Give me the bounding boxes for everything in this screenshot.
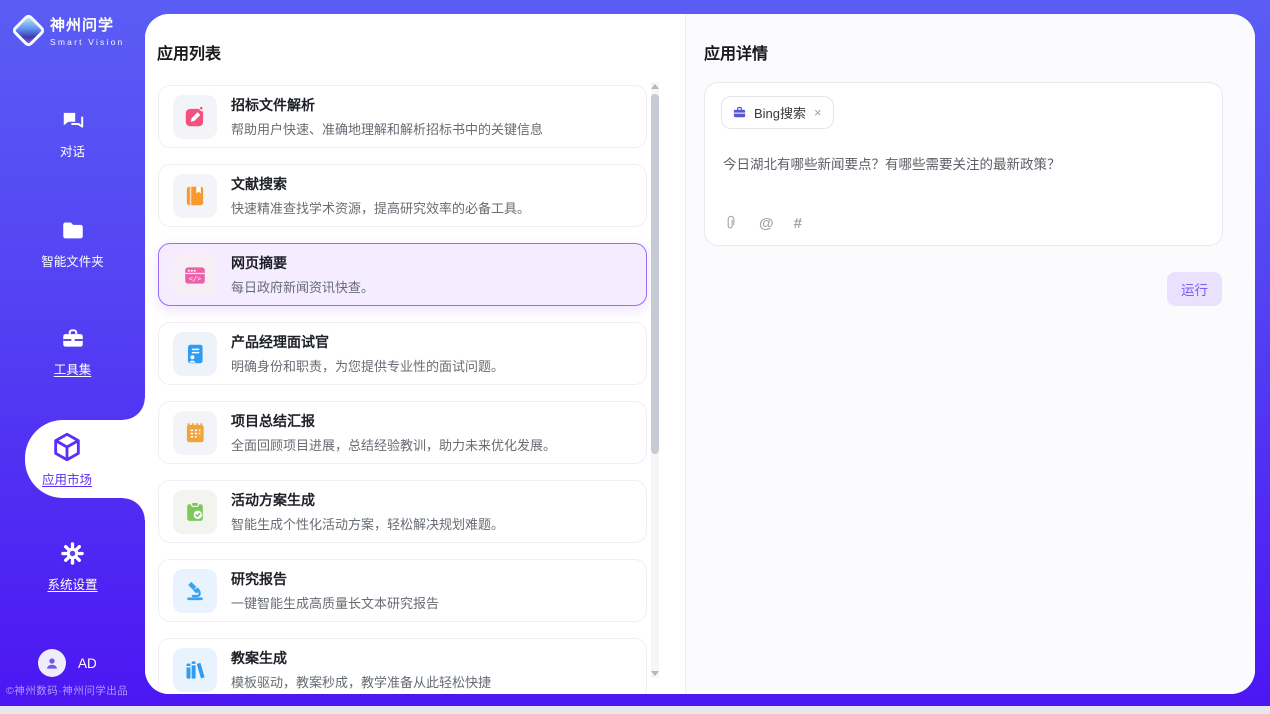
sidebar: 神州问学 Smart Vision 对话 智能文件夹 工具集	[0, 0, 145, 706]
sidebar-item-label: 工具集	[54, 359, 92, 378]
sidebar-item-smart-folders[interactable]: 智能文件夹	[0, 218, 145, 270]
app-card-list: 招标文件解析 帮助用户快速、准确地理解和解析招标书中的关键信息 文献搜索 快速精…	[158, 85, 647, 694]
scroll-down-arrow-icon[interactable]	[651, 671, 659, 676]
interview-doc-icon	[182, 341, 208, 367]
app-card-desc: 智能生成个性化活动方案，轻松解决规划难题。	[231, 514, 504, 533]
app-card-bid-analysis[interactable]: 招标文件解析 帮助用户快速、准确地理解和解析招标书中的关键信息	[158, 85, 647, 148]
book-icon	[182, 183, 208, 209]
app-card-title: 项目总结汇报	[231, 411, 556, 431]
app-list-title: 应用列表	[157, 40, 221, 64]
sidebar-item-settings[interactable]: 系统设置	[0, 540, 145, 593]
pen-square-icon	[182, 104, 208, 130]
user-avatar-icon	[38, 649, 66, 677]
app-card-title: 招标文件解析	[231, 95, 543, 115]
app-card-webpage-summary[interactable]: </> 网页摘要 每日政府新闻资讯快查。	[158, 243, 647, 306]
run-button[interactable]: 运行	[1167, 272, 1222, 306]
cube-icon	[50, 430, 84, 464]
hash-icon[interactable]: #	[794, 215, 802, 232]
app-list-scrollbar[interactable]	[651, 82, 659, 678]
app-card-desc: 每日政府新闻资讯快查。	[231, 277, 374, 296]
composer-toolbar: @ #	[723, 214, 802, 232]
sidebar-item-chat[interactable]: 对话	[0, 108, 145, 160]
app-icon-tile	[173, 411, 217, 455]
query-input[interactable]: 今日湖北有哪些新闻要点？有哪些需要关注的最新政策？	[723, 153, 1203, 173]
app-detail-panel: 应用详情 Bing搜索 × 今日湖北有哪些新闻要点？有哪些需要关注的最新政策？ …	[685, 14, 1255, 694]
app-icon-tile: </>	[173, 253, 217, 297]
books-icon	[182, 657, 208, 683]
app-icon-tile	[173, 332, 217, 376]
tool-tag-bing-search[interactable]: Bing搜索 ×	[721, 96, 834, 129]
brand-logo: 神州问学 Smart Vision	[16, 14, 124, 47]
microscope-icon	[182, 578, 208, 604]
app-card-desc: 模板驱动，教案秒成，教学准备从此轻松快捷	[231, 672, 491, 691]
app-icon-tile	[173, 569, 217, 613]
browser-code-icon: </>	[182, 262, 208, 288]
clipboard-check-icon	[182, 499, 208, 525]
app-icon-tile	[173, 648, 217, 692]
prompt-card[interactable]: Bing搜索 × 今日湖北有哪些新闻要点？有哪些需要关注的最新政策？ @ #	[704, 82, 1223, 246]
sidebar-item-label: 智能文件夹	[41, 251, 104, 270]
folder-icon	[60, 218, 86, 244]
app-card-desc: 一键智能生成高质量长文本研究报告	[231, 593, 439, 612]
app-card-research-report[interactable]: 研究报告 一键智能生成高质量长文本研究报告	[158, 559, 647, 622]
app-icon-tile	[173, 174, 217, 218]
app-card-title: 教案生成	[231, 648, 491, 668]
app-detail-title: 应用详情	[704, 40, 768, 64]
at-icon[interactable]: @	[759, 215, 774, 232]
chat-icon	[60, 108, 86, 134]
app-card-lesson-plan[interactable]: 教案生成 模板驱动，教案秒成，教学准备从此轻松快捷	[158, 638, 647, 694]
notepad-icon	[182, 420, 208, 446]
app-card-title: 网页摘要	[231, 253, 374, 273]
scroll-up-arrow-icon[interactable]	[651, 84, 659, 89]
briefcase-icon	[732, 105, 747, 120]
main-content: 应用列表 招标文件解析 帮助用户快速、准确地理解和解析招标书中的关键信息	[145, 14, 1255, 694]
sidebar-item-label: 对话	[60, 141, 85, 160]
close-icon[interactable]: ×	[813, 106, 823, 119]
app-card-desc: 明确身份和职责，为您提供专业性的面试问题。	[231, 356, 504, 375]
app-card-desc: 快速精准查找学术资源，提高研究效率的必备工具。	[231, 198, 530, 217]
app-card-title: 活动方案生成	[231, 490, 504, 510]
user-name: AD	[78, 656, 97, 671]
gear-icon	[59, 540, 86, 567]
app-card-title: 产品经理面试官	[231, 332, 504, 352]
brand-name: 神州问学	[50, 14, 124, 35]
app-list-panel: 应用列表 招标文件解析 帮助用户快速、准确地理解和解析招标书中的关键信息	[145, 14, 685, 694]
user-account[interactable]: AD	[38, 649, 97, 677]
diamond-logo-icon	[11, 13, 46, 48]
brand-tagline: Smart Vision	[50, 37, 124, 47]
sidebar-item-label: 应用市场	[42, 469, 92, 488]
toolbox-icon	[60, 326, 86, 352]
app-card-project-summary[interactable]: 项目总结汇报 全面回顾项目进展，总结经验教训，助力未来优化发展。	[158, 401, 647, 464]
scrollbar-thumb[interactable]	[651, 94, 659, 454]
app-card-title: 文献搜索	[231, 174, 530, 194]
app-icon-tile	[173, 95, 217, 139]
sidebar-item-app-market[interactable]: 应用市场	[25, 420, 145, 498]
tool-tag-label: Bing搜索	[754, 103, 806, 122]
app-card-desc: 全面回顾项目进展，总结经验教训，助力未来优化发展。	[231, 435, 556, 454]
app-card-event-plan[interactable]: 活动方案生成 智能生成个性化活动方案，轻松解决规划难题。	[158, 480, 647, 543]
app-card-title: 研究报告	[231, 569, 439, 589]
app-card-desc: 帮助用户快速、准确地理解和解析招标书中的关键信息	[231, 119, 543, 138]
sidebar-item-toolset[interactable]: 工具集	[0, 326, 145, 378]
sidebar-item-label: 系统设置	[47, 574, 97, 593]
app-card-pm-interviewer[interactable]: 产品经理面试官 明确身份和职责，为您提供专业性的面试问题。	[158, 322, 647, 385]
paperclip-icon[interactable]	[723, 214, 739, 232]
app-window: 神州问学 Smart Vision 对话 智能文件夹 工具集	[0, 0, 1270, 714]
svg-text:</>: </>	[189, 275, 202, 283]
app-card-literature-search[interactable]: 文献搜索 快速精准查找学术资源，提高研究效率的必备工具。	[158, 164, 647, 227]
copyright-text: ©神州数码·神州问学出品	[6, 683, 145, 698]
app-icon-tile	[173, 490, 217, 534]
